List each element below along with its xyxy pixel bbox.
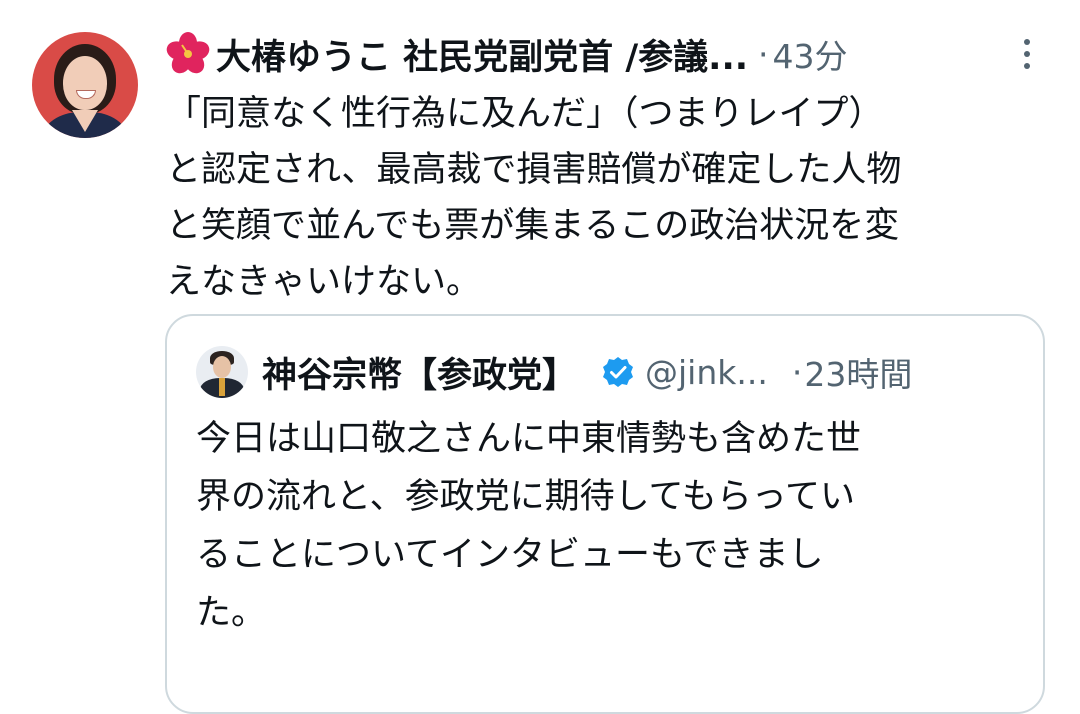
quoted-timestamp[interactable]: 23時間 [804,348,912,396]
tweet-text: 「同意なく性行為に及んだ」（つまりレイプ） と認定され、最高裁で損害賠償が確定し… [166,94,902,302]
quoted-tweet-header: 神谷宗幣【参政党】 @jink... · 23時間 [262,344,912,400]
quoted-author-display-name[interactable]: 神谷宗幣【参政党】 [262,347,577,398]
author-display-name[interactable]: 大椿ゆうこ 社民党副党首 /参議... [216,29,748,80]
tweet-header: 大椿ゆうこ 社民党副党首 /参議... · 43分 [166,28,848,80]
quoted-separator-dot: · [791,352,803,392]
tweet[interactable]: 大椿ゆうこ 社民党副党首 /参議... · 43分 「同意なく性行為に及んだ」（… [0,0,1080,714]
quoted-author-handle[interactable]: @jink... [645,353,768,392]
timestamp[interactable]: 43分 [773,30,848,78]
quoted-author-avatar[interactable] [196,346,248,398]
verified-badge-icon [603,357,634,387]
author-avatar[interactable] [32,32,138,138]
separator-dot: · [758,34,769,74]
quoted-tweet-text: 今日は山口敬之さんに中東情勢も含めた世 界の流れと、参政党に期待してもらってい … [196,419,862,633]
more-vertical-icon[interactable] [1012,34,1042,74]
hibiscus-icon [166,32,210,74]
